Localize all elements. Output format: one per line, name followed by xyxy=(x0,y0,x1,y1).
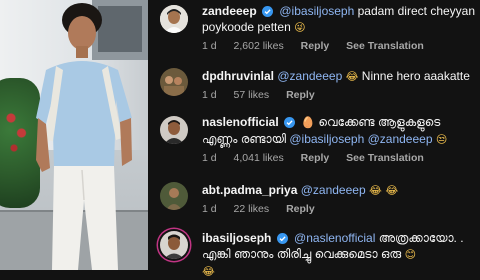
avatar[interactable] xyxy=(160,5,188,33)
reply-button[interactable]: Reply xyxy=(286,203,315,215)
comment-username[interactable]: naslenofficial xyxy=(202,115,279,129)
comment-mention[interactable]: @ibasiljoseph xyxy=(289,132,364,146)
comment-emoji: 🥚 xyxy=(301,116,316,129)
avatar-with-story-ring[interactable] xyxy=(160,231,188,259)
profile-photo-icon xyxy=(160,231,188,259)
comment-username[interactable]: dpdhruvinlal xyxy=(202,69,274,83)
comments-panel: zandeeep @ibasiljoseph padam direct chey… xyxy=(148,0,480,278)
verified-badge-icon xyxy=(276,233,288,244)
comment-likes[interactable]: 22 likes xyxy=(234,203,270,215)
photo-person xyxy=(36,3,132,270)
see-translation-button[interactable]: See Translation xyxy=(346,152,424,164)
profile-photo-icon xyxy=(160,116,188,144)
comment-emoji: 😂 😂 xyxy=(368,184,399,197)
profile-photo-icon xyxy=(160,182,188,210)
comment-text-continued: എങ്കി ഞാനും തിരിച്ചു വെക്കുമെടാ ഒരു xyxy=(202,247,402,261)
comment-username[interactable]: zandeeep xyxy=(202,4,257,18)
post-photo xyxy=(0,0,148,270)
profile-photo-icon xyxy=(160,5,188,33)
comment-mention-secondary[interactable]: @zandeeep xyxy=(368,132,433,146)
comment-text: വെക്കേണ്ട ആളുകളുടെ xyxy=(318,115,441,129)
reply-button[interactable]: Reply xyxy=(301,152,330,164)
comment-likes[interactable]: 2,602 likes xyxy=(234,40,284,52)
avatar[interactable] xyxy=(160,116,188,144)
avatar[interactable] xyxy=(160,182,188,210)
comment-mention[interactable]: @naslenofficial xyxy=(294,231,375,245)
comment-time: 1 d xyxy=(202,89,217,101)
reply-button[interactable]: Reply xyxy=(286,89,315,101)
comment-username[interactable]: ibasiljoseph xyxy=(202,231,271,245)
comment-likes[interactable]: 4,041 likes xyxy=(234,152,284,164)
comment-mention[interactable]: @ibasiljoseph xyxy=(279,4,354,18)
comment-text: അത്രക്കായോ. . xyxy=(378,231,464,245)
comment-text-continued: എണ്ണം രണ്ടായി xyxy=(202,132,287,146)
comment-text: padam direct cheyyan xyxy=(357,4,476,18)
comment-emoji-secondary: 😒 xyxy=(435,133,448,146)
comment-time: 1 d xyxy=(202,203,217,215)
comment-emoji: 😜 xyxy=(294,21,306,34)
comment-likes[interactable]: 57 likes xyxy=(234,89,270,101)
profile-photo-icon xyxy=(160,68,188,96)
verified-badge-icon xyxy=(284,117,296,128)
comment-text-continued: poykoode petten xyxy=(202,20,291,34)
comment-text: Ninne hero aaakatte xyxy=(361,69,470,83)
verified-badge-icon xyxy=(262,6,274,17)
reply-button[interactable]: Reply xyxy=(301,40,330,52)
comment-mention[interactable]: @zandeeep xyxy=(277,69,342,83)
comment-emoji: 😊 xyxy=(404,248,417,261)
see-translation-button[interactable]: See Translation xyxy=(346,40,424,52)
avatar[interactable] xyxy=(160,68,188,96)
comment-emoji-secondary: 😂 xyxy=(202,265,215,278)
comment-emoji: 😂 xyxy=(345,70,359,83)
comment-time: 1 d xyxy=(202,40,217,52)
comment-username[interactable]: abt.padma_priya xyxy=(202,183,297,197)
photo-flowers xyxy=(2,100,32,160)
comment-time: 1 d xyxy=(202,152,217,164)
comment-mention[interactable]: @zandeeep xyxy=(301,183,366,197)
